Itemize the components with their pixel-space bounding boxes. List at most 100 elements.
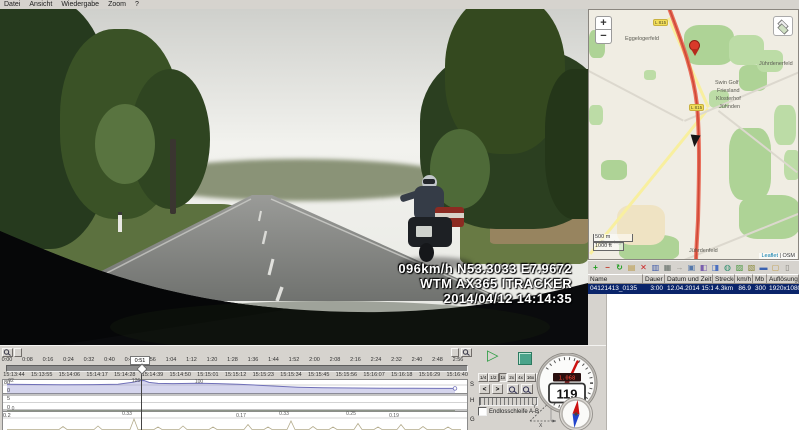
column-header-name[interactable]: Name — [588, 274, 643, 284]
column-header-dauer[interactable]: Dauer — [643, 274, 665, 284]
gforce-annotation: 0.33 — [279, 411, 289, 417]
row-cell-mb: 300 — [753, 284, 767, 294]
row-cell-aufloesung: 1920x1080 — [767, 284, 799, 294]
speed-button-1-2[interactable]: 1/2 — [488, 373, 498, 382]
video-tick: 1:12 — [186, 357, 197, 363]
remove-track-icon[interactable]: − — [602, 262, 613, 273]
heading-arrow — [689, 135, 700, 148]
clock-tick: 15:16:29 — [419, 372, 440, 378]
menu-item-datei[interactable]: Datei — [4, 1, 20, 8]
add-track-icon[interactable]: + — [590, 262, 601, 273]
clock-tick: 15:14:50 — [169, 372, 190, 378]
image-icon[interactable]: ▨ — [734, 262, 745, 273]
graph-axis-label: 0 — [7, 405, 10, 411]
menu-item-ansicht[interactable]: Ansicht — [29, 1, 52, 8]
folder-icon[interactable]: ▢ — [770, 262, 781, 273]
snapshot-icon[interactable]: ▣ — [686, 262, 697, 273]
speed-button-2x[interactable]: 2x — [507, 373, 516, 382]
open-folder-icon[interactable]: ▤ — [626, 262, 637, 273]
photo-icon[interactable]: ▧ — [746, 262, 757, 273]
globe-icon[interactable]: ◍ — [722, 262, 733, 273]
clock-tick: 15:16:07 — [363, 372, 384, 378]
video-tick: 1:28 — [227, 357, 238, 363]
save-icon[interactable]: ▥ — [650, 262, 661, 273]
timeline-slider[interactable] — [6, 365, 468, 372]
leaflet-link[interactable]: Leaflet — [761, 253, 778, 259]
timeline-zoom-in-button[interactable] — [461, 348, 472, 357]
video-overlay-text: 096km/h N53.3033 E7.9672 WTM AX365 ITRAC… — [398, 261, 572, 306]
stop-button[interactable] — [518, 352, 532, 365]
overlay-speed-gps: 096km/h N53.3033 E7.9672 — [398, 261, 572, 276]
prev-frame-button[interactable]: < — [479, 384, 490, 394]
file-table: NameDauerDatum und ZeitStreckekm/hMbAufl… — [588, 274, 799, 294]
file-icon[interactable]: ▯ — [782, 262, 793, 273]
map-zoom-out-button[interactable]: − — [595, 30, 612, 44]
video-tick: 0:16 — [43, 357, 54, 363]
telemetry-graphs[interactable]: 800500.2 9212610000.330.170.330.250.19 — [2, 379, 468, 430]
column-header-mb[interactable]: Mb — [753, 274, 767, 284]
speed-button-4x[interactable]: 4x — [516, 373, 525, 382]
delete-icon[interactable]: ✕ — [638, 262, 649, 273]
clock-tick: 15:13:55 — [31, 372, 52, 378]
clock-tick: 15:14:06 — [59, 372, 80, 378]
column-header-kmh[interactable]: km/h — [735, 274, 753, 284]
column-header-datumundzeit[interactable]: Datum und Zeit — [665, 274, 713, 284]
menu-item-?[interactable]: ? — [135, 1, 139, 8]
menu-item-wiedergabe[interactable]: Wiedergabe — [61, 1, 99, 8]
film-icon[interactable]: ▬ — [758, 262, 769, 273]
graph-zoom-out-button[interactable] — [507, 384, 519, 394]
map-place-label: Eggelogerfeld — [625, 36, 659, 42]
road-badge: L 815 — [689, 104, 704, 111]
export-icon[interactable]: → — [674, 262, 685, 273]
refresh-icon[interactable]: ↻ — [614, 262, 625, 273]
timeline-small-button-left[interactable] — [14, 348, 22, 357]
menu-bar: Datei Ansicht Wiedergabe Zoom? — [0, 0, 799, 9]
map-place-label: Klosterhof — [716, 96, 741, 102]
gforce-annotation: 0.25 — [346, 411, 356, 417]
clock-tick: 15:16:40 — [446, 372, 467, 378]
map-place-label: Swin Golf — [715, 80, 739, 86]
next-frame-button[interactable]: > — [492, 384, 503, 394]
clock-tick: 15:15:23 — [253, 372, 274, 378]
map-panel[interactable]: EggelogerfeldSwin GolfFrieslandKlosterho… — [588, 9, 799, 260]
video-viewport[interactable]: 096km/h N53.3033 E7.9672 WTM AX365 ITRAC… — [0, 9, 588, 345]
row-cell-strecke: 4.3km — [713, 284, 735, 294]
timeline-zoom-out-button[interactable] — [2, 348, 13, 357]
video-tick: 2:40 — [412, 357, 423, 363]
file-table-selected-row[interactable]: 04121413_01353:0012.04.2014 15:14▬4.3km8… — [588, 284, 799, 294]
video-tick: 0:00 — [2, 357, 13, 363]
clock-tick: 15:15:01 — [197, 372, 218, 378]
menu-item-zoom[interactable]: Zoom — [108, 1, 126, 8]
track-toolbar: +−↻▤✕▥▦→▣◧◨◍▨▧▬▢▯ — [588, 260, 799, 274]
speed-button-1x[interactable]: 1x — [499, 373, 508, 382]
video-tick: 0:40 — [104, 357, 115, 363]
dashcam-player-window: Datei Ansicht Wiedergabe Zoom? — [0, 0, 799, 430]
play-button[interactable]: ▷ — [487, 348, 499, 364]
loop-checkbox[interactable] — [478, 407, 487, 416]
graph-axis-label: 0.2 — [3, 413, 11, 419]
compass-gauge — [558, 397, 595, 430]
clock-tick: 15:15:56 — [336, 372, 357, 378]
graph-label-height: H — [470, 398, 474, 404]
speed-annotation: 126 — [132, 378, 140, 384]
print-icon[interactable]: ▦ — [662, 262, 673, 273]
map-layers-button[interactable] — [773, 16, 793, 36]
copy-icon[interactable]: ◧ — [698, 262, 709, 273]
playback-panel: 0:000:080:160:240:320:400:480:561:041:12… — [0, 345, 606, 430]
column-header-auflsung[interactable]: Auflösung — [767, 274, 799, 284]
map-place-label: Jührdenerfeld — [759, 61, 793, 67]
file-list-background[interactable] — [606, 294, 799, 430]
video-tick: 2:08 — [330, 357, 341, 363]
column-header-strecke[interactable]: Strecke — [713, 274, 735, 284]
video-tick: 2:00 — [309, 357, 320, 363]
osm-link[interactable]: OSM — [782, 253, 795, 259]
file-table-header: NameDauerDatum und ZeitStreckekm/hMbAufl… — [588, 274, 799, 284]
timeline-small-button-right[interactable] — [451, 348, 459, 357]
graph-zoom-in-button[interactable] — [521, 384, 533, 394]
map-zoom-in-button[interactable]: + — [595, 16, 612, 30]
media-icon[interactable]: ◨ — [710, 262, 721, 273]
row-cell-kmh: 86.9 — [735, 284, 753, 294]
speed-button-1-4[interactable]: 1/4 — [478, 373, 488, 382]
scale-imperial: 1000 ft — [593, 242, 624, 251]
video-tick: 1:52 — [289, 357, 300, 363]
